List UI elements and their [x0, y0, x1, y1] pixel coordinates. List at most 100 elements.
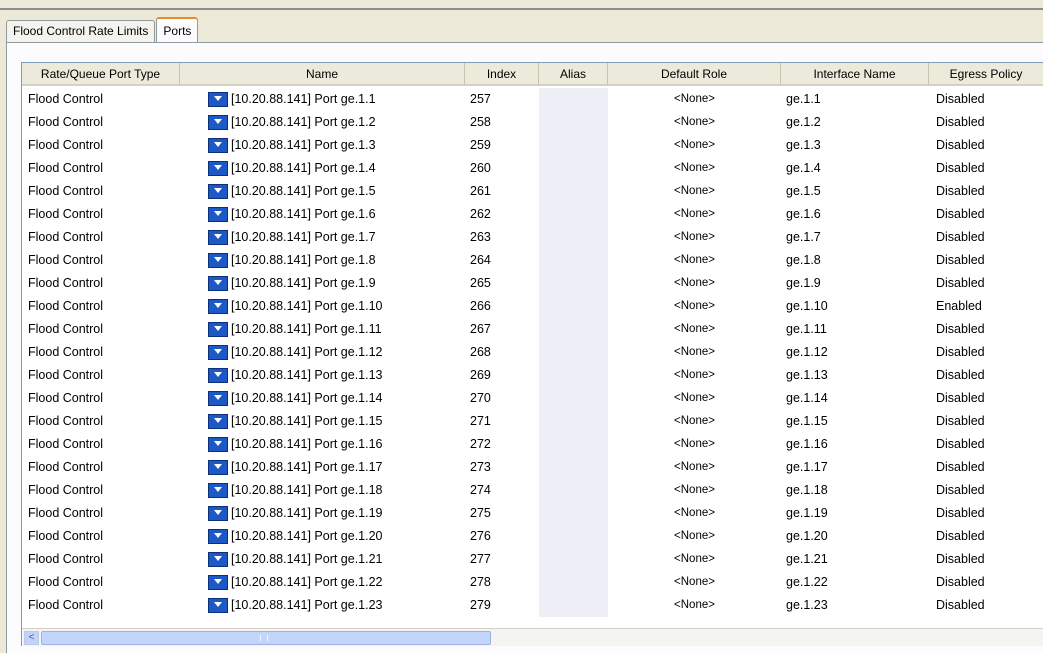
- scrollbar-grip: [260, 635, 268, 641]
- cell-name: [10.20.88.141] Port ge.1.23: [180, 594, 465, 617]
- cell-name: [10.20.88.141] Port ge.1.3: [180, 134, 465, 157]
- table-row[interactable]: Flood Control [10.20.88.141] Port ge.1.23…: [22, 594, 1043, 617]
- cell-default-role: <None>: [674, 369, 715, 381]
- table-row[interactable]: Flood Control [10.20.88.141] Port ge.1.18…: [22, 479, 1043, 502]
- cell-egress-policy: Disabled: [936, 184, 985, 198]
- cell-egress-policy: Disabled: [936, 460, 985, 474]
- cell-alias: [539, 571, 608, 594]
- cell-egress-policy: Disabled: [936, 391, 985, 405]
- cell-egress-policy: Disabled: [936, 529, 985, 543]
- cell-name-text: [10.20.88.141] Port ge.1.3: [231, 138, 376, 152]
- cell-default-role: <None>: [674, 162, 715, 174]
- table-row[interactable]: Flood Control [10.20.88.141] Port ge.1.3 2…: [22, 134, 1043, 157]
- column-header-default-role[interactable]: Default Role: [608, 63, 781, 86]
- cell-egress-policy: Disabled: [936, 345, 985, 359]
- cell-rate-queue-port-type: Flood Control: [28, 552, 104, 566]
- cell-default-role: <None>: [674, 208, 715, 220]
- table-row[interactable]: Flood Control [10.20.88.141] Port ge.1.4 2…: [22, 157, 1043, 180]
- cell-name: [10.20.88.141] Port ge.1.13: [180, 364, 465, 387]
- cell-default-role: <None>: [674, 277, 715, 289]
- port-icon: [208, 506, 228, 521]
- table-row[interactable]: Flood Control [10.20.88.141] Port ge.1.21…: [22, 548, 1043, 571]
- table-row[interactable]: Flood Control [10.20.88.141] Port ge.1.15…: [22, 410, 1043, 433]
- cell-index: 259: [470, 138, 491, 152]
- cell-default-role: <None>: [674, 530, 715, 542]
- port-icon: [208, 598, 228, 613]
- table-row[interactable]: Flood Control [10.20.88.141] Port ge.1.6 2…: [22, 203, 1043, 226]
- cell-index: 266: [470, 299, 491, 313]
- cell-interface-name: ge.1.20: [786, 529, 828, 543]
- table-row[interactable]: Flood Control [10.20.88.141] Port ge.1.20…: [22, 525, 1043, 548]
- cell-interface-name: ge.1.23: [786, 598, 828, 612]
- cell-default-role: <None>: [674, 438, 715, 450]
- port-icon: [208, 184, 228, 199]
- tab-ports[interactable]: Ports: [156, 17, 199, 43]
- cell-rate-queue-port-type: Flood Control: [28, 299, 104, 313]
- cell-name-text: [10.20.88.141] Port ge.1.17: [231, 460, 383, 474]
- table-row[interactable]: Flood Control[10.20.88.141] Port ge.1.22…: [22, 571, 1043, 594]
- table-row[interactable]: Flood Control[10.20.88.141] Port ge.1.12…: [22, 341, 1043, 364]
- cell-egress-policy: Disabled: [936, 506, 985, 520]
- table-row[interactable]: Flood Control [10.20.88.141] Port ge.1.16…: [22, 433, 1043, 456]
- table-row[interactable]: Flood Control [10.20.88.141] Port ge.1.5 2…: [22, 180, 1043, 203]
- column-header-interface-name[interactable]: Interface Name: [781, 63, 929, 86]
- horizontal-scrollbar[interactable]: <: [22, 628, 1043, 646]
- cell-alias: [539, 272, 608, 295]
- cell-default-role: <None>: [674, 553, 715, 565]
- cell-name: [10.20.88.141] Port ge.1.19: [180, 502, 465, 525]
- cell-interface-name: ge.1.15: [786, 414, 828, 428]
- cell-rate-queue-port-type: Flood Control: [28, 368, 104, 382]
- cell-alias: [539, 525, 608, 548]
- port-icon: [208, 299, 228, 314]
- cell-index: 260: [470, 161, 491, 175]
- table-row[interactable]: Flood Control [10.20.88.141] Port ge.1.14…: [22, 387, 1043, 410]
- cell-interface-name: ge.1.10: [786, 299, 828, 313]
- cell-index: 274: [470, 483, 491, 497]
- cell-interface-name: ge.1.5: [786, 184, 821, 198]
- cell-name-text: [10.20.88.141] Port ge.1.5: [231, 184, 376, 198]
- cell-name-text: [10.20.88.141] Port ge.1.16: [231, 437, 383, 451]
- cell-index: 265: [470, 276, 491, 290]
- cell-rate-queue-port-type: Flood Control: [28, 207, 104, 221]
- column-header-egress-policy[interactable]: Egress Policy: [929, 63, 1043, 86]
- cell-rate-queue-port-type: Flood Control: [28, 460, 104, 474]
- table-row[interactable]: Flood Control[10.20.88.141] Port ge.1.22…: [22, 111, 1043, 134]
- column-header-index[interactable]: Index: [465, 63, 539, 86]
- table-row[interactable]: Flood Control [10.20.88.141] Port ge.1.8 2…: [22, 249, 1043, 272]
- table-row[interactable]: Flood Control [10.20.88.141] Port ge.1.10…: [22, 295, 1043, 318]
- tab-flood-control-rate-limits[interactable]: Flood Control Rate Limits: [6, 20, 156, 42]
- port-icon: [208, 414, 228, 429]
- cell-egress-policy: Disabled: [936, 161, 985, 175]
- cell-interface-name: ge.1.8: [786, 253, 821, 267]
- cell-name: [10.20.88.141] Port ge.1.7: [180, 226, 465, 249]
- table-row[interactable]: Flood Control[10.20.88.141] Port ge.1.12…: [22, 88, 1043, 111]
- cell-egress-policy: Disabled: [936, 253, 985, 267]
- table-row[interactable]: Flood Control [10.20.88.141] Port ge.1.9 2…: [22, 272, 1043, 295]
- column-header-name[interactable]: Name: [180, 63, 465, 86]
- table-row[interactable]: Flood Control [10.20.88.141] Port ge.1.11…: [22, 318, 1043, 341]
- cell-index: 273: [470, 460, 491, 474]
- cell-name-text: [10.20.88.141] Port ge.1.15: [231, 414, 383, 428]
- cell-alias: [539, 318, 608, 341]
- cell-name-text: [10.20.88.141] Port ge.1.19: [231, 506, 383, 520]
- cell-default-role: <None>: [674, 185, 715, 197]
- cell-egress-policy: Disabled: [936, 414, 985, 428]
- cell-name-text: [10.20.88.141] Port ge.1.2: [231, 115, 376, 129]
- table-row[interactable]: Flood Control [10.20.88.141] Port ge.1.7 2…: [22, 226, 1043, 249]
- column-header-rate-queue-port-type[interactable]: Rate/Queue Port Type: [22, 63, 180, 86]
- cell-name-text: [10.20.88.141] Port ge.1.8: [231, 253, 376, 267]
- cell-name-text: [10.20.88.141] Port ge.1.4: [231, 161, 376, 175]
- cell-interface-name: ge.1.7: [786, 230, 821, 244]
- cell-interface-name: ge.1.13: [786, 368, 828, 382]
- cell-alias: [539, 111, 608, 134]
- scrollbar-thumb[interactable]: [41, 631, 491, 645]
- cell-name-text: [10.20.88.141] Port ge.1.11: [231, 322, 382, 336]
- ports-table: Rate/Queue Port Type Name Index Alias De…: [21, 62, 1043, 646]
- column-header-alias[interactable]: Alias: [539, 63, 608, 86]
- scroll-left-arrow-icon[interactable]: <: [24, 631, 39, 645]
- table-row[interactable]: Flood Control [10.20.88.141] Port ge.1.17…: [22, 456, 1043, 479]
- cell-alias: [539, 410, 608, 433]
- cell-interface-name: ge.1.14: [786, 391, 828, 405]
- table-row[interactable]: Flood Control [10.20.88.141] Port ge.1.13…: [22, 364, 1043, 387]
- table-row[interactable]: Flood Control [10.20.88.141] Port ge.1.19…: [22, 502, 1043, 525]
